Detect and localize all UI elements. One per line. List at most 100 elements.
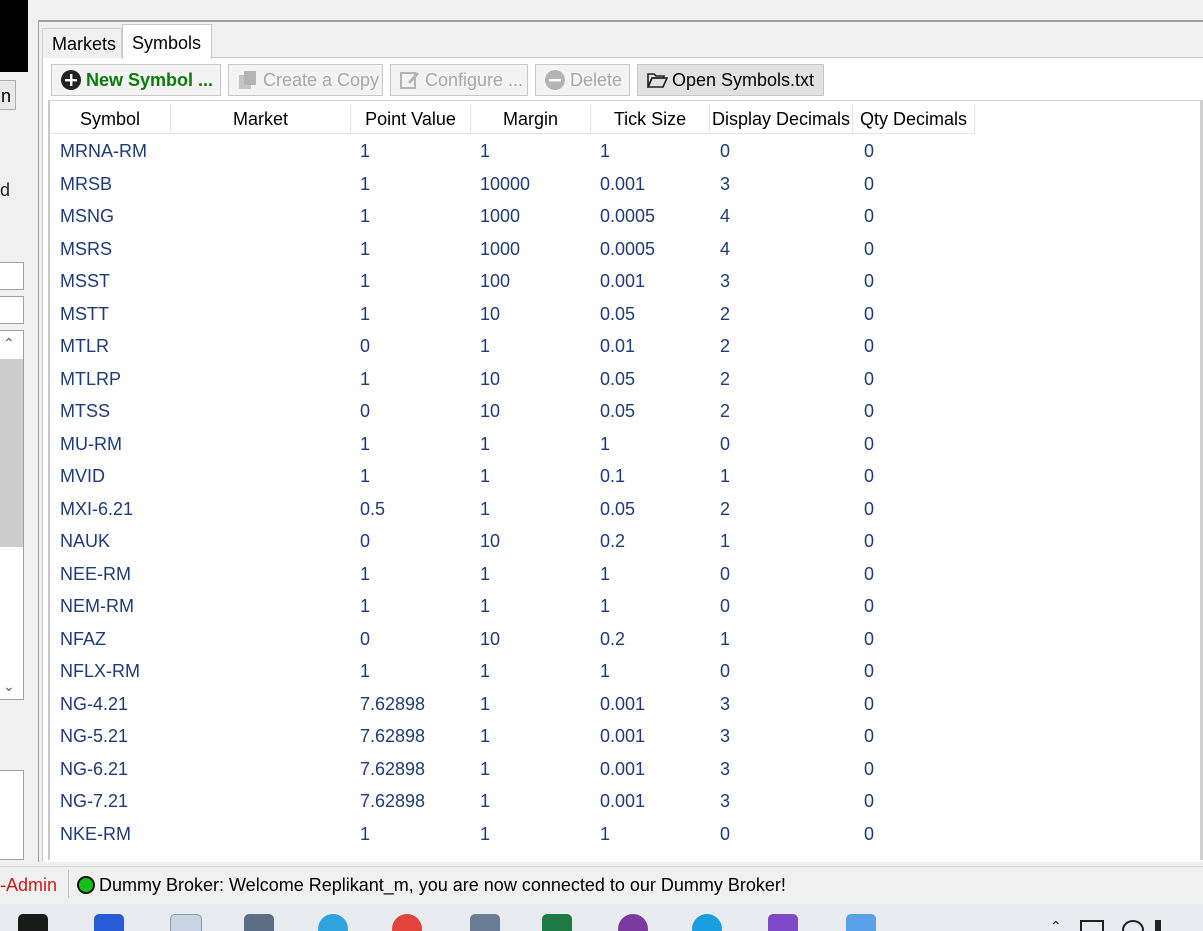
scrollbar-thumb[interactable] [0, 359, 23, 547]
table-cell: 0 [720, 823, 731, 844]
scroll-up-icon[interactable]: ⌃ [3, 335, 15, 352]
app-icon[interactable] [94, 914, 124, 931]
terminal-icon[interactable] [18, 914, 48, 931]
new-symbol-button[interactable]: New Symbol ... [51, 64, 221, 96]
table-cell: 1 [480, 466, 491, 486]
table-cell: 7.62898 [360, 791, 426, 811]
left-panel-button[interactable]: n [0, 80, 16, 110]
column-header-qty-decimals[interactable]: Qty Decimals [853, 104, 975, 134]
tray-display-icon[interactable] [1080, 920, 1104, 931]
copy-icon [239, 70, 256, 89]
configure-label: Configure ... [425, 70, 524, 90]
table-cell: 0 [864, 466, 875, 486]
wifi-icon[interactable] [1122, 920, 1144, 931]
table-cell: 1 [600, 433, 611, 454]
column-header-symbol[interactable]: Symbol [50, 104, 171, 134]
app-circle-icon[interactable] [692, 914, 722, 931]
scroll-down-icon[interactable]: ⌄ [3, 678, 15, 695]
left-panel-list[interactable]: ⌃ ⌄ [0, 330, 24, 700]
connection-status-icon [77, 876, 95, 894]
excel-icon[interactable] [542, 914, 572, 931]
table-cell: 0.05 [600, 303, 636, 324]
table-cell: 10 [480, 401, 501, 421]
table-cell: 0 [864, 531, 875, 551]
volume-icon[interactable] [1155, 920, 1179, 931]
table-cell: 1 [360, 206, 371, 226]
chrome-icon[interactable] [392, 914, 422, 931]
table-cell: 0 [720, 141, 731, 161]
table-cell: 0.1 [600, 466, 626, 486]
table-cell: 0 [864, 726, 875, 746]
add-icon [61, 69, 81, 90]
column-header-margin[interactable]: Margin [471, 104, 591, 134]
table-cell: 1000 [480, 206, 521, 226]
table-cell: 0.01 [600, 336, 636, 356]
table-cell: 1 [480, 433, 491, 454]
table-cell: NAUK [60, 531, 111, 551]
folder-icon [646, 72, 668, 88]
tab-symbols[interactable]: Symbols [122, 24, 212, 59]
table-cell: 1 [480, 596, 491, 616]
delete-label: Delete [570, 70, 623, 90]
table-cell: 0 [864, 173, 875, 194]
left-panel-input-1[interactable] [0, 262, 24, 290]
table-cell: 1 [720, 531, 731, 551]
table-cell: 0.001 [600, 791, 646, 811]
table-cell: 1 [360, 303, 371, 324]
table-cell: 0 [864, 368, 875, 389]
connection-status-text: Dummy Broker: Welcome Replikant_m, you a… [99, 875, 786, 895]
table-cell: 1 [480, 823, 491, 844]
edit-icon [400, 71, 419, 89]
column-header-display-decimals[interactable]: Display Decimals [710, 104, 853, 134]
table-cell: MTSS [60, 401, 111, 421]
visual-studio-icon[interactable] [768, 914, 798, 931]
column-header-point-value[interactable]: Point Value [351, 104, 471, 134]
table-cell: 2 [720, 336, 731, 356]
table-cell: 1 [360, 596, 371, 616]
table-cell: NFAZ [60, 628, 107, 649]
configure-button[interactable]: Configure ... [390, 64, 528, 96]
table-cell: NEM-RM [60, 596, 134, 616]
table-cell: 0 [720, 433, 731, 454]
column-header-market[interactable]: Market [171, 104, 351, 134]
telegram-icon[interactable] [318, 914, 348, 931]
table-cell: 1 [360, 238, 371, 259]
table-cell: 0 [864, 336, 875, 356]
github-icon[interactable] [618, 914, 648, 931]
table-cell: 2 [720, 498, 731, 519]
table-cell: 1 [600, 141, 611, 161]
table-cell: 0 [864, 791, 875, 811]
table-cell: 1 [360, 368, 371, 389]
table-cell: 0 [360, 336, 371, 356]
table-cell: 0.0005 [600, 206, 656, 226]
create-copy-button[interactable]: Create a Copy [228, 64, 383, 96]
table-cell: NG-4.21 [60, 693, 129, 714]
tab-markets[interactable]: Markets [42, 28, 122, 58]
network-icon[interactable] [244, 914, 274, 931]
table-cell: 3 [720, 693, 731, 714]
tray-chevron-icon[interactable]: ⌃ [1050, 918, 1062, 931]
table-cell: 1 [600, 596, 611, 616]
tool-icon[interactable] [846, 914, 876, 931]
table-cell: 0.05 [600, 368, 636, 389]
column-header-tick-size[interactable]: Tick Size [591, 104, 710, 134]
table-cell: 0.001 [600, 726, 646, 746]
table-cell: 1000 [480, 238, 521, 259]
table-cell: NKE-RM [60, 823, 131, 844]
table-cell: 0.05 [600, 498, 636, 519]
table-cell: 0.001 [600, 271, 646, 291]
open-symbols-button[interactable]: Open Symbols.txt [637, 64, 824, 96]
table-cell: 0 [864, 758, 875, 779]
table-cell: MXI-6.21 [60, 498, 134, 519]
table-cell: 7.62898 [360, 758, 426, 779]
calculator-icon[interactable] [470, 914, 500, 931]
table-cell: 1 [600, 563, 611, 584]
table-cell: 1 [480, 726, 491, 746]
delete-button[interactable]: Delete [535, 64, 630, 96]
table-cell: 1 [480, 498, 491, 519]
monitor-icon[interactable] [170, 914, 202, 931]
status-admin: -Admin [0, 875, 58, 895]
table-cell: 10 [480, 303, 501, 324]
table-cell: 0 [864, 661, 875, 681]
left-panel-input-2[interactable] [0, 296, 24, 324]
